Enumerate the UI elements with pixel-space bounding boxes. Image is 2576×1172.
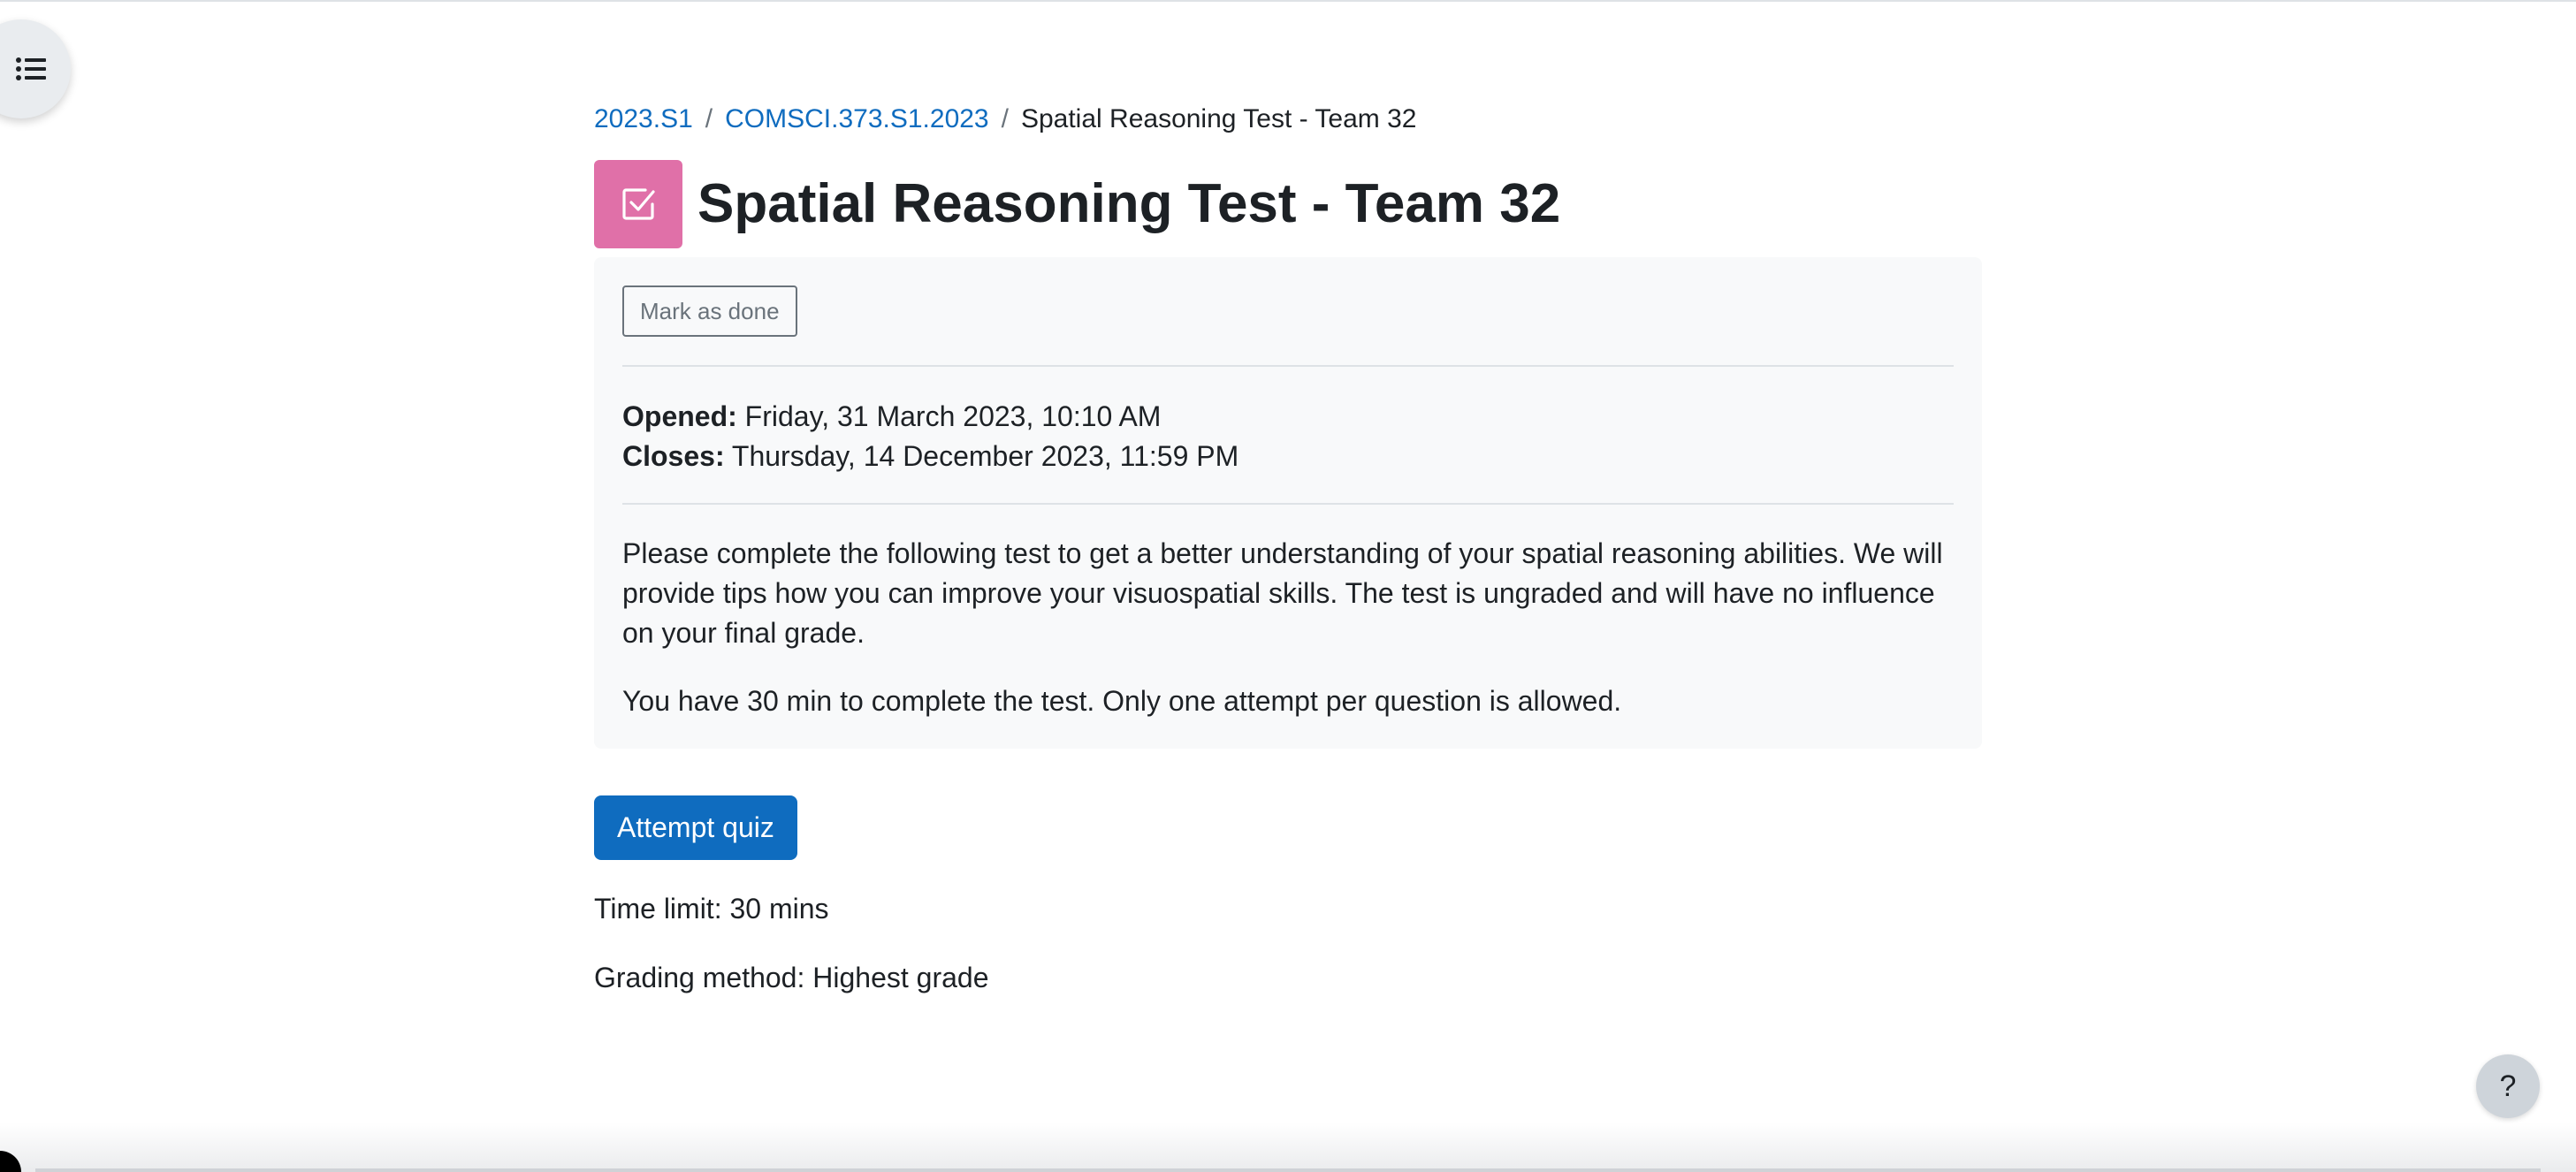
breadcrumb-link-course[interactable]: COMSCI.373.S1.2023 xyxy=(725,104,989,133)
activity-info-box: Mark as done Opened: Friday, 31 March 20… xyxy=(594,257,1982,749)
attempt-quiz-button[interactable]: Attempt quiz xyxy=(594,795,797,860)
description-paragraph: You have 30 min to complete the test. On… xyxy=(622,685,1622,717)
breadcrumb: 2023.S1 / COMSCI.373.S1.2023 / Spatial Reaso… xyxy=(594,102,1416,137)
top-border xyxy=(0,0,2576,2)
page-title: Spatial Reasoning Test - Team 32 xyxy=(697,173,1561,234)
mark-as-done-button[interactable]: Mark as done xyxy=(622,285,797,337)
breadcrumb-link-term[interactable]: 2023.S1 xyxy=(594,104,693,133)
breadcrumb-separator: / xyxy=(705,104,713,133)
opened-value: Friday, 31 March 2023, 10:10 AM xyxy=(744,400,1162,432)
description-paragraph: Please complete the following test to ge… xyxy=(622,537,1943,649)
course-index-toggle-button[interactable] xyxy=(0,19,71,118)
divider xyxy=(622,365,1954,367)
help-button[interactable]: ? xyxy=(2476,1054,2540,1118)
closes-label: Closes: xyxy=(622,440,725,472)
opened-label: Opened: xyxy=(622,400,737,432)
divider xyxy=(622,503,1954,505)
opened-date-row: Opened: Friday, 31 March 2023, 10:10 AM xyxy=(622,397,1238,437)
quiz-activity-icon xyxy=(594,160,682,248)
closes-value: Thursday, 14 December 2023, 11:59 PM xyxy=(731,440,1239,472)
bottom-shadow xyxy=(0,1123,2576,1172)
quiz-checkbox-icon xyxy=(622,188,655,220)
closes-date-row: Closes: Thursday, 14 December 2023, 11:5… xyxy=(622,437,1238,476)
grading-method-text: Grading method: Highest grade xyxy=(594,962,989,993)
activity-description: Please complete the following test to ge… xyxy=(622,534,1957,721)
bottom-edge xyxy=(35,1168,2541,1172)
activity-dates: Opened: Friday, 31 March 2023, 10:10 AM … xyxy=(622,397,1238,476)
time-limit-text: Time limit: 30 mins xyxy=(594,893,829,925)
list-icon xyxy=(16,57,46,80)
breadcrumb-current: Spatial Reasoning Test - Team 32 xyxy=(1020,104,1417,133)
page-header: Spatial Reasoning Test - Team 32 xyxy=(594,160,1560,248)
breadcrumb-separator: / xyxy=(1001,104,1009,133)
